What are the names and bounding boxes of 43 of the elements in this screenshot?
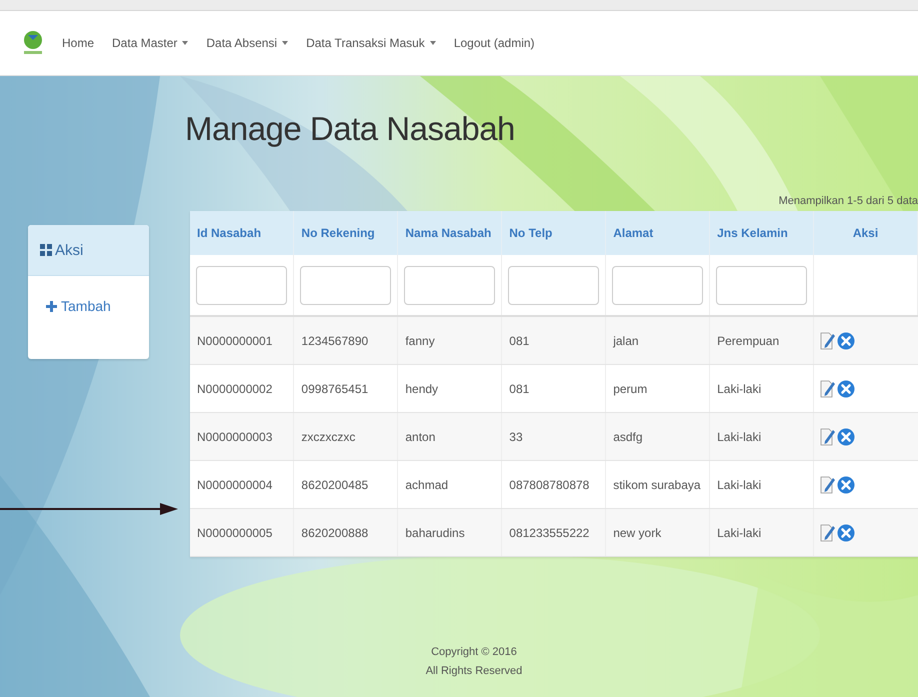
plus-icon [46,300,57,312]
column-header[interactable]: No Telp [502,211,606,255]
logo-icon [22,30,44,56]
delete-icon[interactable] [837,428,856,446]
sidebar-title: Aksi [55,242,84,258]
filter-field[interactable] [612,266,704,304]
column-header[interactable]: Jns Kelamin [710,211,814,255]
nav-link[interactable]: Data Absensi [206,36,288,50]
column-header[interactable]: Nama Nasabah [398,211,502,255]
delete-icon[interactable] [837,380,856,398]
footer-text: All Rights Reserved [426,664,522,679]
page-title: Manage Data Nasabah [185,109,515,149]
grid-icon [40,244,52,256]
record-summary: Menampilkan 1-5 dari 5 data [778,194,918,209]
edit-icon[interactable] [820,331,836,350]
column-header[interactable]: No Rekening [294,211,398,255]
footer-text: Copyright © 2016 [431,645,517,660]
edit-icon[interactable] [820,379,836,398]
column-header[interactable]: Alamat [606,211,710,255]
add-link[interactable]: Tambah [46,298,111,314]
filter-field[interactable] [716,266,808,304]
table-cell: N0000000005 [190,508,294,556]
column-header[interactable]: Id Nasabah [190,211,294,255]
filter-field[interactable] [300,266,392,304]
nav-link[interactable]: Data Transaksi Masuk [306,36,436,50]
nav-link[interactable]: Home [62,36,94,50]
table-cell: 8620200888 [294,508,398,556]
edit-icon[interactable] [820,523,836,542]
nav-link[interactable]: Logout (admin) [454,36,535,50]
table-cell: baharudins [398,508,502,556]
filter-field[interactable] [196,266,288,304]
edit-icon[interactable] [820,427,836,446]
table-cell: Laki-laki [710,508,814,556]
table-cell: new york [606,508,710,556]
column-header[interactable]: Aksi [814,211,918,255]
delete-icon[interactable] [837,332,856,350]
delete-icon[interactable] [837,476,856,494]
filter-field[interactable] [508,266,600,304]
table-cell: 081233555222 [502,508,606,556]
edit-icon[interactable] [820,475,836,494]
nav-link[interactable]: Data Master [112,36,188,50]
delete-icon[interactable] [837,524,856,542]
filter-field[interactable] [404,266,496,304]
